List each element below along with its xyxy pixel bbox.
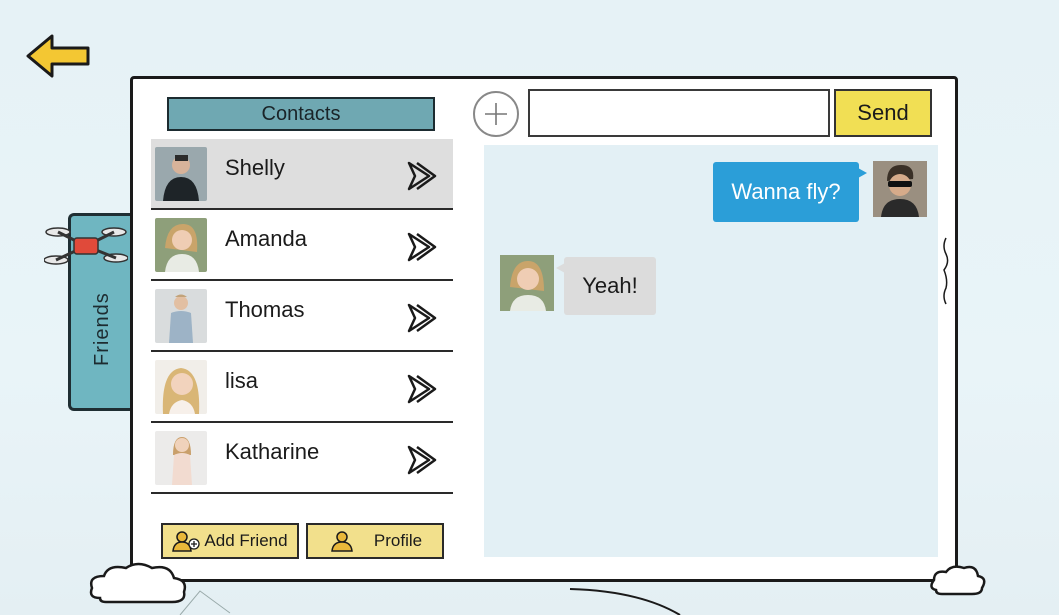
- chat-window: Contacts Shelly Amanda Thomas lisa Katha…: [130, 76, 958, 582]
- cloud-icon: [930, 565, 986, 596]
- sketch-decoration: [943, 237, 949, 305]
- profile-label: Profile: [373, 531, 423, 550]
- chevron-right-icon[interactable]: [405, 443, 439, 477]
- profile-button[interactable]: Profile: [306, 523, 444, 559]
- contact-list: Shelly Amanda Thomas lisa Katharine: [151, 139, 453, 511]
- message-bubble-incoming: Yeah!: [556, 257, 656, 315]
- contact-name: Katharine: [225, 439, 320, 464]
- contact-row-thomas[interactable]: Thomas: [151, 281, 453, 352]
- contact-avatar: [155, 360, 207, 414]
- sketch-decoration: [179, 588, 681, 615]
- contact-name: Thomas: [225, 297, 305, 322]
- contacts-header: Contacts: [167, 97, 435, 131]
- contact-name: Amanda: [225, 226, 307, 251]
- contact-row-shelly[interactable]: Shelly: [151, 139, 453, 210]
- send-button[interactable]: Send: [834, 89, 932, 137]
- plus-icon: [485, 103, 507, 125]
- chevron-right-icon[interactable]: [405, 159, 439, 193]
- friends-tab-label: Friends: [91, 292, 113, 366]
- attach-button[interactable]: [473, 91, 519, 137]
- contact-row-lisa[interactable]: lisa: [151, 352, 453, 423]
- chat-area: Wanna fly? Yeah!: [484, 145, 938, 557]
- contact-avatar: [155, 218, 207, 272]
- contact-name: lisa: [225, 368, 259, 393]
- message-bubble-outgoing: Wanna fly?: [713, 162, 867, 222]
- back-arrow-icon[interactable]: [22, 30, 94, 84]
- profile-icon: [331, 531, 353, 552]
- contact-name: Shelly: [225, 155, 285, 180]
- contact-avatar: [155, 289, 207, 343]
- friend-avatar: [500, 255, 554, 311]
- message-input[interactable]: [528, 89, 830, 137]
- drone-icon: [44, 227, 128, 265]
- chevron-right-icon[interactable]: [405, 230, 439, 264]
- contact-avatar: [155, 431, 207, 485]
- chevron-right-icon[interactable]: [405, 301, 439, 335]
- contact-row-amanda[interactable]: Amanda: [151, 210, 453, 281]
- contact-avatar: [155, 147, 207, 201]
- add-friend-label: Add Friend: [204, 531, 288, 550]
- chevron-right-icon[interactable]: [405, 372, 439, 406]
- add-friend-icon: [172, 531, 201, 552]
- add-friend-button[interactable]: Add Friend: [161, 523, 299, 559]
- my-avatar: [873, 161, 927, 217]
- contact-row-katharine[interactable]: Katharine: [151, 423, 453, 494]
